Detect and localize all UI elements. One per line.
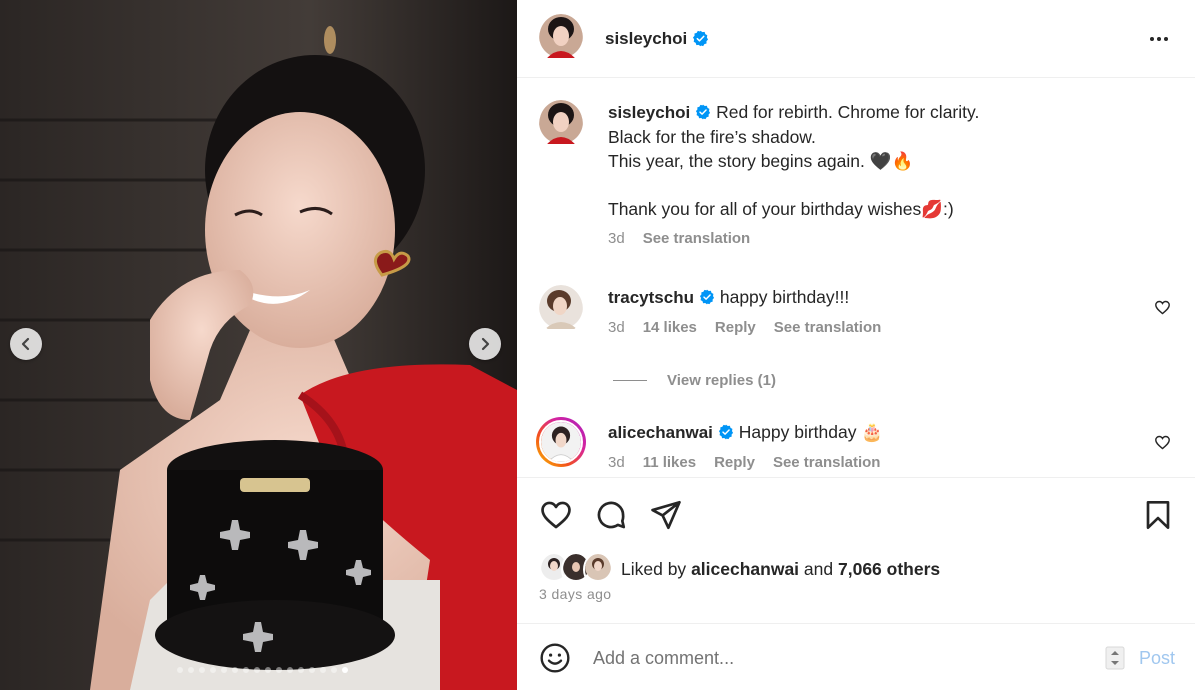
post-timestamp[interactable]: 3 days ago xyxy=(539,586,612,602)
avatar-image xyxy=(539,100,583,144)
like-button[interactable] xyxy=(539,498,573,537)
commenter-avatar[interactable] xyxy=(539,285,583,334)
caption-username[interactable]: sisleychoi xyxy=(608,103,690,122)
post-header: sisleychoi xyxy=(517,0,1195,78)
carousel-dot xyxy=(177,667,183,673)
comment-age[interactable]: 3d xyxy=(608,451,625,475)
liked-by-user[interactable]: alicechanwai xyxy=(691,559,799,580)
action-bar xyxy=(539,498,1174,532)
carousel-indicator xyxy=(0,667,517,673)
like-comment-button[interactable] xyxy=(1154,299,1171,321)
reply-button[interactable]: Reply xyxy=(715,316,756,340)
smiley-face-icon xyxy=(540,643,570,673)
likes-count-button[interactable]: 7,066 others xyxy=(838,559,940,580)
chevron-left-icon xyxy=(21,337,30,351)
caption-avatar[interactable] xyxy=(539,100,583,149)
carousel-dot xyxy=(243,667,249,673)
carousel-dot xyxy=(309,667,315,673)
post-photo xyxy=(0,0,517,690)
paper-plane-icon xyxy=(651,500,681,530)
see-translation-button[interactable]: See translation xyxy=(774,316,882,340)
comment-likes[interactable]: 11 likes xyxy=(643,451,696,475)
comments-list[interactable]: sisleychoi Red for rebirth. Chrome for c… xyxy=(517,79,1195,477)
carousel-dot xyxy=(210,667,216,673)
view-replies-button[interactable]: View replies (1) xyxy=(613,372,776,389)
heart-outline-icon xyxy=(1155,300,1170,315)
carousel-dot xyxy=(199,667,205,673)
comment-age[interactable]: 3d xyxy=(608,316,625,340)
carousel-prev-button[interactable] xyxy=(10,328,42,360)
liker-avatars xyxy=(539,552,613,587)
divider-line xyxy=(613,380,647,381)
comment-composer: Post xyxy=(517,623,1195,690)
comment-input[interactable] xyxy=(593,644,1073,672)
carousel-dot xyxy=(276,667,282,673)
commenter-username[interactable]: alicechanwai xyxy=(608,423,713,442)
carousel-dot xyxy=(331,667,337,673)
save-button[interactable] xyxy=(1142,498,1174,537)
verified-badge-icon xyxy=(693,30,709,47)
caption-line-1: Red for rebirth. Chrome for clarity. xyxy=(716,102,980,122)
caption-line-3: This year, the story begins again. 🖤🔥 xyxy=(608,151,914,171)
text-resize-handle[interactable] xyxy=(1105,646,1125,675)
carousel-dot xyxy=(320,667,326,673)
verified-badge-icon xyxy=(718,424,733,440)
carousel-dot xyxy=(232,667,238,673)
caption-line-2: Black for the fire’s shadow. xyxy=(608,127,816,147)
share-button[interactable] xyxy=(649,498,683,537)
carousel-dot xyxy=(265,667,271,673)
like-comment-button[interactable] xyxy=(1154,434,1171,456)
more-horizontal-icon xyxy=(1150,37,1168,41)
reply-button[interactable]: Reply xyxy=(714,451,755,475)
avatar-image xyxy=(539,285,583,329)
comment-button[interactable] xyxy=(594,498,628,537)
comment-likes[interactable]: 14 likes xyxy=(643,316,697,340)
bookmark-icon xyxy=(1146,501,1170,529)
carousel-next-button[interactable] xyxy=(469,328,501,360)
heart-outline-icon xyxy=(1155,435,1170,450)
liked-by-and: and xyxy=(803,559,834,579)
post-details-panel: sisleychoi sisleychoi Red for rebirth. C… xyxy=(517,0,1195,690)
photo-scene xyxy=(0,0,517,690)
commenter-username[interactable]: tracytschu xyxy=(608,288,694,307)
liked-by-prefix: Liked by xyxy=(621,559,687,579)
more-options-button[interactable] xyxy=(1147,27,1171,56)
author-username[interactable]: sisleychoi xyxy=(605,29,687,49)
caption-age[interactable]: 3d xyxy=(608,227,625,251)
avatar-image xyxy=(585,554,611,580)
see-translation-button[interactable]: See translation xyxy=(773,451,881,475)
comment-text: happy birthday!!! xyxy=(719,287,850,307)
chevron-right-icon xyxy=(481,337,490,351)
see-translation-button[interactable]: See translation xyxy=(643,227,751,251)
carousel-dot xyxy=(221,667,227,673)
post-actions-area: Liked by alicechanwai and 7,066 others 3… xyxy=(517,477,1195,623)
comment-text: Happy birthday 🎂 xyxy=(738,422,884,442)
avatar-image xyxy=(539,420,583,464)
avatar-image xyxy=(539,14,583,58)
emoji-picker-button[interactable] xyxy=(539,642,571,679)
view-replies-label: View replies (1) xyxy=(667,372,776,389)
caption-line-4: Thank you for all of your birthday wishe… xyxy=(608,199,954,219)
likes-summary: Liked by alicechanwai and 7,066 others xyxy=(539,552,940,587)
liker-avatar[interactable] xyxy=(583,552,613,587)
commenter-avatar-story[interactable] xyxy=(536,417,586,467)
heart-icon xyxy=(541,501,571,529)
verified-badge-icon xyxy=(696,104,711,120)
carousel-dot xyxy=(254,667,260,673)
verified-badge-icon xyxy=(699,289,715,305)
author-avatar[interactable] xyxy=(539,14,583,63)
carousel-dot xyxy=(188,667,194,673)
post-comment-button[interactable]: Post xyxy=(1139,648,1175,669)
carousel-dot xyxy=(342,667,348,673)
carousel-dot xyxy=(298,667,304,673)
up-down-arrows-icon xyxy=(1105,646,1125,670)
comment-bubble-icon xyxy=(597,501,626,529)
carousel-dot xyxy=(287,667,293,673)
